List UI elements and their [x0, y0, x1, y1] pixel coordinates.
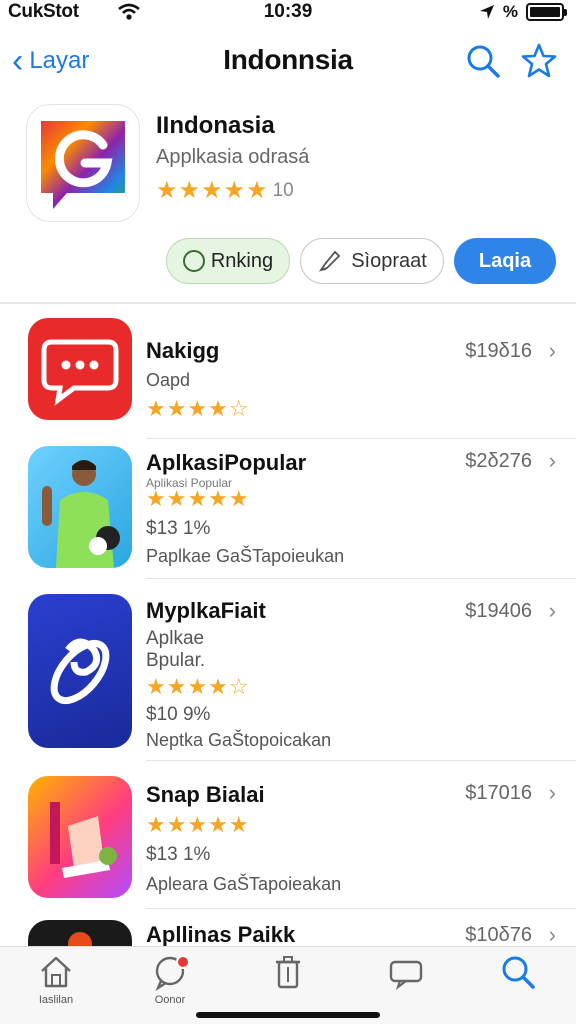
home-icon	[41, 956, 71, 988]
app-description: Paplkae GaŠTapoieukan	[146, 546, 345, 566]
app-discount: $13 1%	[146, 518, 211, 539]
chevron-right-icon: ›	[548, 780, 556, 805]
app-price: $17016	[465, 782, 532, 804]
snap-app-icon	[28, 776, 132, 898]
list-item[interactable]: Snap Bialai ★★★★★ $13 1% Apleara GaŠTapo…	[0, 774, 576, 909]
row-divider	[146, 578, 576, 579]
chevron-right-icon: ›	[548, 338, 556, 363]
tab-home-label: Iaslilan	[38, 994, 74, 1006]
app-name: IIndonasia	[156, 112, 275, 139]
status-right: %	[479, 2, 567, 22]
section-divider	[0, 302, 576, 304]
chevron-right-icon: ›	[548, 448, 556, 473]
app-actions: Rnking Sìopraat Laqia	[0, 238, 576, 284]
app-rating: ★★★★★ 10	[156, 176, 294, 205]
status-bar: CukStot 10:39 %	[0, 0, 576, 26]
star-favorite-icon[interactable]	[520, 42, 558, 80]
app-icon	[26, 104, 140, 222]
share-label: Sìopraat	[351, 249, 427, 272]
ranking-label: Rnking	[210, 249, 274, 272]
rating-stars: ★★★★★	[156, 177, 269, 204]
nav-actions	[464, 42, 558, 80]
get-label: Laqia	[478, 249, 532, 272]
app-description: Neptka GaŠtopoicakan	[146, 730, 332, 750]
pen-icon	[318, 250, 341, 272]
get-button[interactable]: Laqia	[454, 238, 556, 284]
location-arrow-icon	[479, 5, 494, 19]
list-item[interactable]: AplkasiPopular Aplikasi Popular ★★★★★ $1…	[0, 442, 576, 579]
search-icon[interactable]	[464, 42, 502, 80]
app-title: Snap Bialai	[146, 782, 265, 807]
atom-app-icon	[28, 594, 132, 748]
battery-icon	[526, 3, 567, 21]
tab-search[interactable]	[478, 953, 558, 996]
rating-stars: ★★★★★	[146, 486, 250, 511]
chat-app-icon	[28, 318, 132, 420]
row-divider	[146, 908, 576, 909]
app-subtitle: Applkasia odrasá	[156, 146, 310, 168]
chevron-right-icon: ›	[548, 598, 556, 623]
wifi-icon	[118, 3, 140, 20]
app-price: $2δ276	[465, 450, 532, 472]
app-price: $10δ76	[465, 924, 532, 946]
app-title: Apllinas Paikk	[146, 922, 296, 946]
list-item[interactable]: Nakigg Oapd ★★★★☆ $19δ16 ›	[0, 316, 576, 439]
app-category: Aplkae	[146, 628, 205, 649]
person-app-icon	[28, 446, 132, 568]
app-category: Oapd	[146, 370, 191, 390]
share-button[interactable]: Sìopraat	[300, 238, 444, 284]
app-discount: $13 1%	[146, 844, 211, 865]
app-title: Nakigg	[146, 338, 220, 363]
tab-chat-label: Oonor	[154, 994, 186, 1006]
app-discount: $10 9%	[146, 704, 211, 725]
message-icon	[389, 960, 423, 990]
row-divider	[146, 438, 576, 439]
rating-count: 10	[272, 179, 294, 201]
status-indicator: %	[502, 2, 518, 21]
tab-bar: Iaslilan Oonor	[0, 946, 576, 1024]
app-title: MyplkaFiait	[146, 598, 266, 623]
tab-trash[interactable]	[248, 953, 328, 996]
app-title: AplkasiPopular	[146, 450, 307, 475]
tab-home[interactable]: Iaslilan	[16, 953, 96, 1006]
tab-messages[interactable]	[366, 953, 446, 996]
navigation-bar: ‹ Layar Indonnsia	[0, 36, 576, 88]
search-icon	[502, 956, 535, 989]
app-price: $19δ16	[465, 340, 532, 362]
app-subcategory: Bpular.	[146, 650, 206, 671]
app-description: Apleara GaŠTapoieakan	[146, 874, 342, 894]
rating-stars: ★★★★☆	[146, 396, 250, 421]
rating-stars: ★★★★★	[146, 812, 250, 837]
home-indicator	[196, 1012, 380, 1018]
ranking-icon	[182, 250, 205, 272]
list-item[interactable]: Apllinas Paikk $10δ76 ›	[0, 920, 576, 946]
tab-chat[interactable]: Oonor	[130, 953, 210, 1006]
app-icon-partial	[28, 920, 132, 946]
list-item[interactable]: MyplkaFiait Aplkae Bpular. ★★★★☆ $10 9% …	[0, 592, 576, 762]
app-price: $19406	[465, 600, 532, 622]
row-divider	[146, 760, 576, 761]
ranking-button[interactable]: Rnking	[166, 238, 290, 284]
notification-badge	[176, 955, 190, 969]
trash-icon	[276, 956, 300, 989]
rating-stars: ★★★★☆	[146, 674, 250, 699]
chevron-right-icon: ›	[548, 922, 556, 946]
